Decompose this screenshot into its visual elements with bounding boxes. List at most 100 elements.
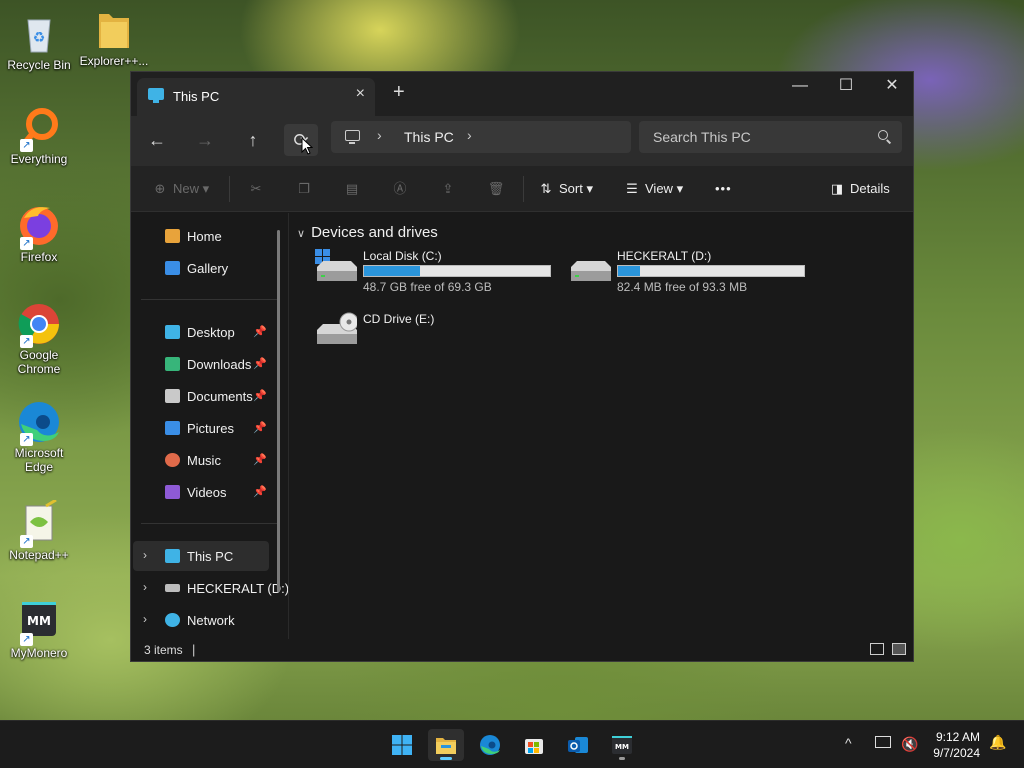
sidebar-item-heckeralt[interactable]: › HECKERALT (D:) bbox=[133, 573, 289, 603]
notepad-plus-icon: ↗ bbox=[16, 498, 62, 548]
music-icon bbox=[165, 453, 180, 467]
chevron-right-icon[interactable]: › bbox=[143, 580, 147, 594]
desktop-icon-mymonero[interactable]: MM ↗ MyMonero bbox=[1, 598, 77, 660]
item-count: 3 items bbox=[144, 643, 183, 657]
taskbar-microsoft-store[interactable] bbox=[516, 729, 552, 761]
drive-cd-e[interactable]: CD Drive (E:) bbox=[311, 312, 561, 360]
new-tab-button[interactable]: + bbox=[393, 81, 405, 104]
sidebar-item-gallery[interactable]: Gallery bbox=[133, 253, 269, 283]
new-button[interactable]: ⊕ New ▾ bbox=[151, 178, 210, 200]
notification-bell-icon[interactable]: 🔔 bbox=[989, 734, 1006, 751]
shortcut-arrow-icon: ↗ bbox=[20, 633, 33, 646]
windows-drive-icon bbox=[315, 249, 357, 281]
pin-icon[interactable]: 📌 bbox=[253, 485, 267, 498]
share-button[interactable]: ⇪ bbox=[439, 178, 461, 200]
close-button[interactable]: ✕ bbox=[869, 72, 915, 102]
desktop-icon-google-chrome[interactable]: ↗ Google Chrome bbox=[1, 300, 77, 376]
show-hidden-icons-button[interactable]: ^ bbox=[845, 735, 852, 751]
delete-button[interactable]: 🗑 bbox=[487, 178, 509, 200]
svg-text:MM: MM bbox=[615, 743, 629, 751]
chrome-icon: ↗ bbox=[16, 300, 62, 348]
desktop-icon-explorer-plus[interactable]: Explorer++... bbox=[76, 6, 152, 68]
desktop-icon-notepad-plus[interactable]: ↗ Notepad++ bbox=[1, 498, 77, 562]
desktop-icon-microsoft-edge[interactable]: ↗ Microsoft Edge bbox=[1, 398, 77, 474]
large-icons-view-icon[interactable] bbox=[892, 643, 906, 655]
pin-icon[interactable]: 📌 bbox=[253, 389, 267, 402]
everything-icon: ↗ bbox=[16, 104, 62, 152]
sidebar-item-music[interactable]: Music 📌 bbox=[133, 445, 269, 475]
rename-icon: Ⓐ bbox=[393, 181, 407, 196]
sidebar-item-videos[interactable]: Videos 📌 bbox=[133, 477, 269, 507]
shortcut-arrow-icon: ↗ bbox=[20, 535, 33, 548]
details-button[interactable]: ◨ Details bbox=[828, 178, 890, 200]
search-input[interactable] bbox=[639, 121, 902, 153]
view-button[interactable]: ☰ View ▾ bbox=[623, 178, 683, 200]
sidebar-item-desktop[interactable]: Desktop 📌 bbox=[133, 317, 269, 347]
more-options-button[interactable]: ••• bbox=[715, 178, 732, 200]
taskbar-outlook[interactable] bbox=[560, 729, 596, 761]
up-button[interactable]: ↑ bbox=[236, 124, 270, 156]
drive-heckeralt-d[interactable]: HECKERALT (D:) 82.4 MB free of 93.3 MB bbox=[565, 249, 815, 297]
pin-icon[interactable]: 📌 bbox=[253, 453, 267, 466]
desktop-icon-label: Microsoft Edge bbox=[14, 446, 64, 474]
desktop-icon bbox=[165, 325, 180, 339]
taskbar-edge[interactable] bbox=[472, 729, 508, 761]
back-button[interactable]: ← bbox=[140, 124, 174, 156]
drive-local-disk-c[interactable]: Local Disk (C:) 48.7 GB free of 69.3 GB bbox=[311, 249, 561, 297]
system-clock[interactable]: 9:12 AM 9/7/2024 bbox=[933, 729, 980, 761]
desktop-icon-everything[interactable]: ↗ Everything bbox=[1, 104, 77, 166]
sidebar-item-documents[interactable]: Documents 📌 bbox=[133, 381, 269, 411]
sidebar-item-label: Pictures bbox=[187, 421, 234, 436]
chevron-right-icon[interactable]: › bbox=[143, 612, 147, 626]
pin-icon[interactable]: 📌 bbox=[253, 325, 267, 338]
scissors-icon: ✂ bbox=[250, 181, 262, 196]
tab-this-pc[interactable]: This PC × bbox=[137, 78, 375, 116]
search-box[interactable] bbox=[639, 121, 902, 153]
desktop-icon-recycle-bin[interactable]: ♻ Recycle Bin bbox=[1, 10, 77, 72]
copy-button[interactable]: ❐ bbox=[295, 178, 317, 200]
network-status-icon[interactable] bbox=[875, 736, 891, 748]
sidebar-scrollbar[interactable] bbox=[277, 230, 280, 592]
sidebar-item-pictures[interactable]: Pictures 📌 bbox=[133, 413, 269, 443]
sidebar-item-home[interactable]: Home bbox=[133, 221, 269, 251]
file-explorer-window: This PC × + — ☐ ✕ ← → ↑ ⟳ › This PC › ⊕N… bbox=[130, 71, 914, 662]
desktop-icon-firefox[interactable]: ↗ Firefox bbox=[1, 202, 77, 264]
chevron-right-icon[interactable]: › bbox=[467, 127, 472, 143]
sort-button[interactable]: ⇅ Sort ▾ bbox=[537, 178, 593, 200]
address-bar[interactable]: › This PC › bbox=[331, 121, 631, 153]
taskbar-file-explorer[interactable] bbox=[428, 729, 464, 761]
pin-icon[interactable]: 📌 bbox=[253, 357, 267, 370]
downloads-icon bbox=[165, 357, 180, 371]
taskbar: MM ^ 🔇 9:12 AM 9/7/2024 🔔 bbox=[0, 720, 1024, 768]
title-bar[interactable]: This PC × + — ☐ ✕ bbox=[131, 72, 913, 116]
sidebar-item-this-pc[interactable]: › This PC bbox=[133, 541, 269, 571]
cut-button[interactable]: ✂ bbox=[247, 178, 269, 200]
sidebar-item-network[interactable]: › Network bbox=[133, 605, 269, 635]
sidebar-item-label: Home bbox=[187, 229, 222, 244]
chevron-right-icon[interactable]: › bbox=[377, 127, 382, 143]
plus-circle-icon: ⊕ bbox=[154, 181, 166, 196]
command-bar: ⊕ New ▾ ✂ ❐ ▤ Ⓐ ⇪ 🗑 ⇅ Sort ▾ ☰ View ▾ ••• ◨… bbox=[131, 166, 913, 212]
search-icon bbox=[878, 130, 888, 140]
minimize-button[interactable]: — bbox=[777, 72, 823, 102]
rename-button[interactable]: Ⓐ bbox=[391, 178, 413, 200]
recycle-bin-icon: ♻ bbox=[16, 10, 62, 56]
pin-icon[interactable]: 📌 bbox=[253, 421, 267, 434]
group-header-devices-and-drives[interactable]: ∨ Devices and drives bbox=[297, 224, 438, 241]
maximize-button[interactable]: ☐ bbox=[823, 72, 869, 102]
chevron-right-icon[interactable]: › bbox=[143, 548, 147, 562]
forward-button[interactable]: → bbox=[188, 124, 222, 156]
sort-icon: ⇅ bbox=[540, 181, 552, 196]
details-view-icon[interactable] bbox=[870, 643, 884, 655]
taskbar-mymonero[interactable]: MM bbox=[604, 729, 640, 761]
paste-button[interactable]: ▤ bbox=[343, 178, 365, 200]
navigation-pane: Home Gallery Desktop 📌 Downloads 📌 Docum… bbox=[131, 213, 289, 641]
breadcrumb-this-pc[interactable]: This PC bbox=[404, 129, 454, 145]
sidebar-item-downloads[interactable]: Downloads 📌 bbox=[133, 349, 269, 379]
start-button[interactable] bbox=[384, 729, 420, 761]
store-icon bbox=[525, 739, 543, 754]
volume-muted-icon[interactable]: 🔇 bbox=[901, 736, 918, 753]
tab-close-button[interactable]: × bbox=[356, 85, 365, 103]
desktop-icon-label: Firefox bbox=[20, 250, 58, 264]
view-list-icon: ☰ bbox=[626, 181, 638, 196]
